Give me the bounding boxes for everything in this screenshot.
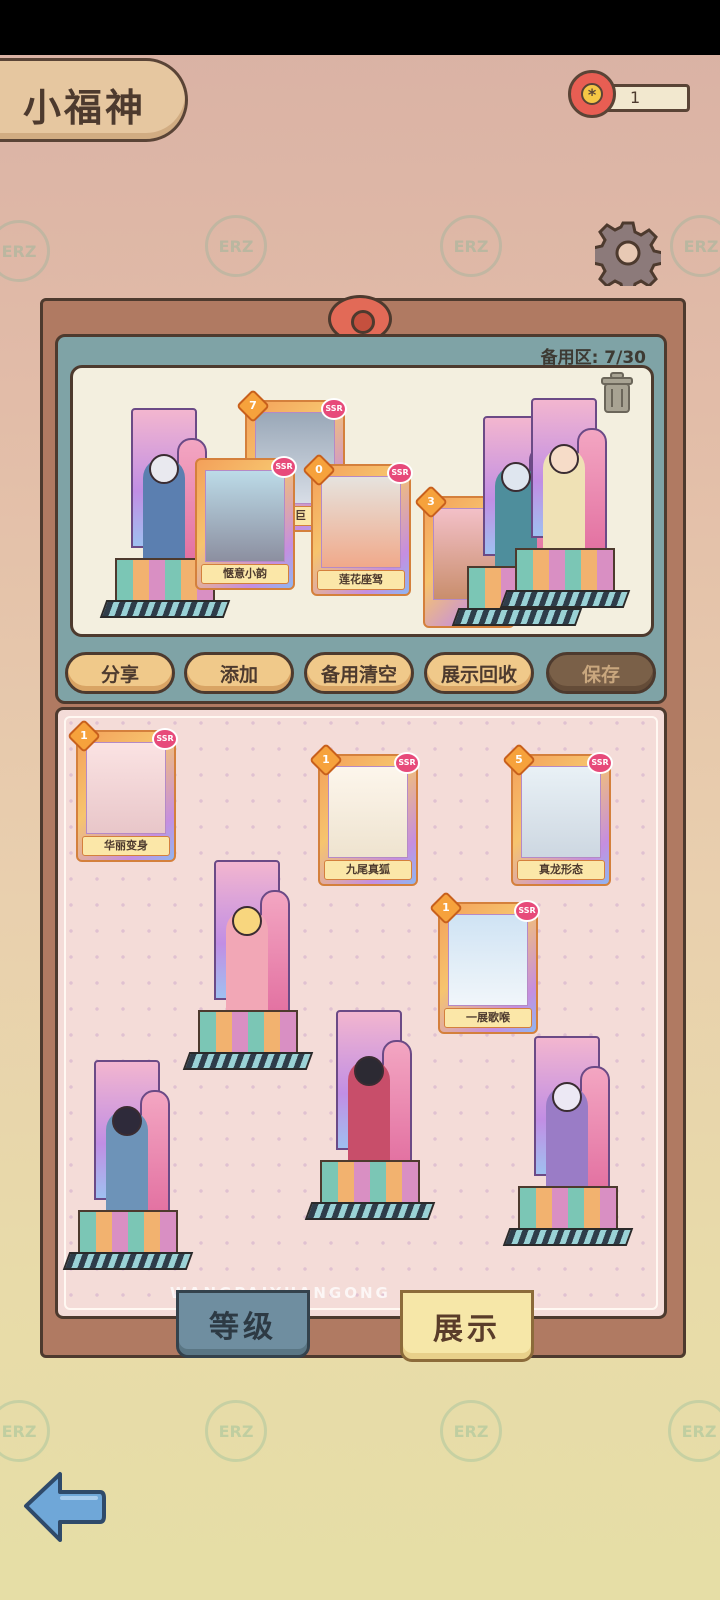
stamp-watermark: ERZ [670,215,720,277]
ssr-badge: SSR [394,752,420,774]
recall-display-button[interactable]: 展示回收 [424,652,534,694]
stamp-watermark: ERZ [440,1400,502,1462]
card[interactable]: 莲花座驾 0 SSR [302,453,413,596]
ssr-badge: SSR [152,728,178,750]
flower-icon: * [568,70,616,118]
ssr-badge: SSR [321,398,347,420]
tab-display[interactable]: 展示 [400,1290,534,1362]
stamp-watermark: ERZ [0,1400,50,1462]
stamp-watermark: ERZ [205,1400,267,1462]
flower-core: * [581,83,603,105]
page-title: 小福神 [23,86,147,130]
character-stand[interactable] [499,398,631,610]
card[interactable]: 华丽变身 1 SSR [67,719,178,862]
stamp-watermark: ERZ [668,1400,720,1462]
ssr-badge: SSR [587,752,613,774]
clear-reserve-button[interactable]: 备用清空 [304,652,414,694]
save-button[interactable]: 保存 [546,652,656,694]
page-title-banner: 小福神 [0,58,188,142]
card-name: 一展歌喉 [444,1008,532,1028]
status-bar [0,0,720,55]
character-stand[interactable] [62,1060,194,1272]
card-name: 华丽变身 [82,836,170,856]
card-name: 惬意小韵 [201,564,289,584]
stamp-watermark: ERZ [205,215,267,277]
ssr-badge: SSR [387,462,413,484]
stamp-watermark: ERZ [0,220,50,282]
ssr-badge: SSR [514,900,540,922]
display-area[interactable]: 华丽变身 1 SSR 九尾真狐 1 SSR 真龙形态 5 SSR 一展歌喉 1 … [55,707,667,1319]
card[interactable]: 九尾真狐 1 SSR [309,743,420,886]
tab-level[interactable]: 等级 [176,1290,310,1358]
currency-value: 1 [630,88,641,107]
stamp-watermark: ERZ [440,215,502,277]
reserve-area[interactable]: 涌巨 7 SSR 惬意小韵 SSR 莲花座驾 0 SSR 3 [70,365,654,637]
card-name: 真龙形态 [517,860,605,880]
character-stand[interactable] [304,1010,436,1222]
card[interactable]: 一展歌喉 1 SSR [429,891,540,1034]
ssr-badge: SSR [271,456,297,478]
character-stand[interactable] [182,860,314,1072]
add-button[interactable]: 添加 [184,652,294,694]
back-arrow-icon[interactable] [22,1468,106,1544]
reserve-panel: 备用区: 7/30 涌巨 7 SSR 惬意小韵 SSR 莲花座驾 0 SSR 3 [55,334,667,704]
card-name: 莲花座驾 [317,570,405,590]
card-name: 九尾真狐 [324,860,412,880]
trash-icon[interactable] [600,372,634,414]
gear-icon[interactable] [595,220,661,286]
card[interactable]: 真龙形态 5 SSR [502,743,613,886]
character-stand[interactable] [502,1036,634,1248]
card[interactable]: 惬意小韵 SSR [195,456,297,590]
share-button[interactable]: 分享 [65,652,175,694]
